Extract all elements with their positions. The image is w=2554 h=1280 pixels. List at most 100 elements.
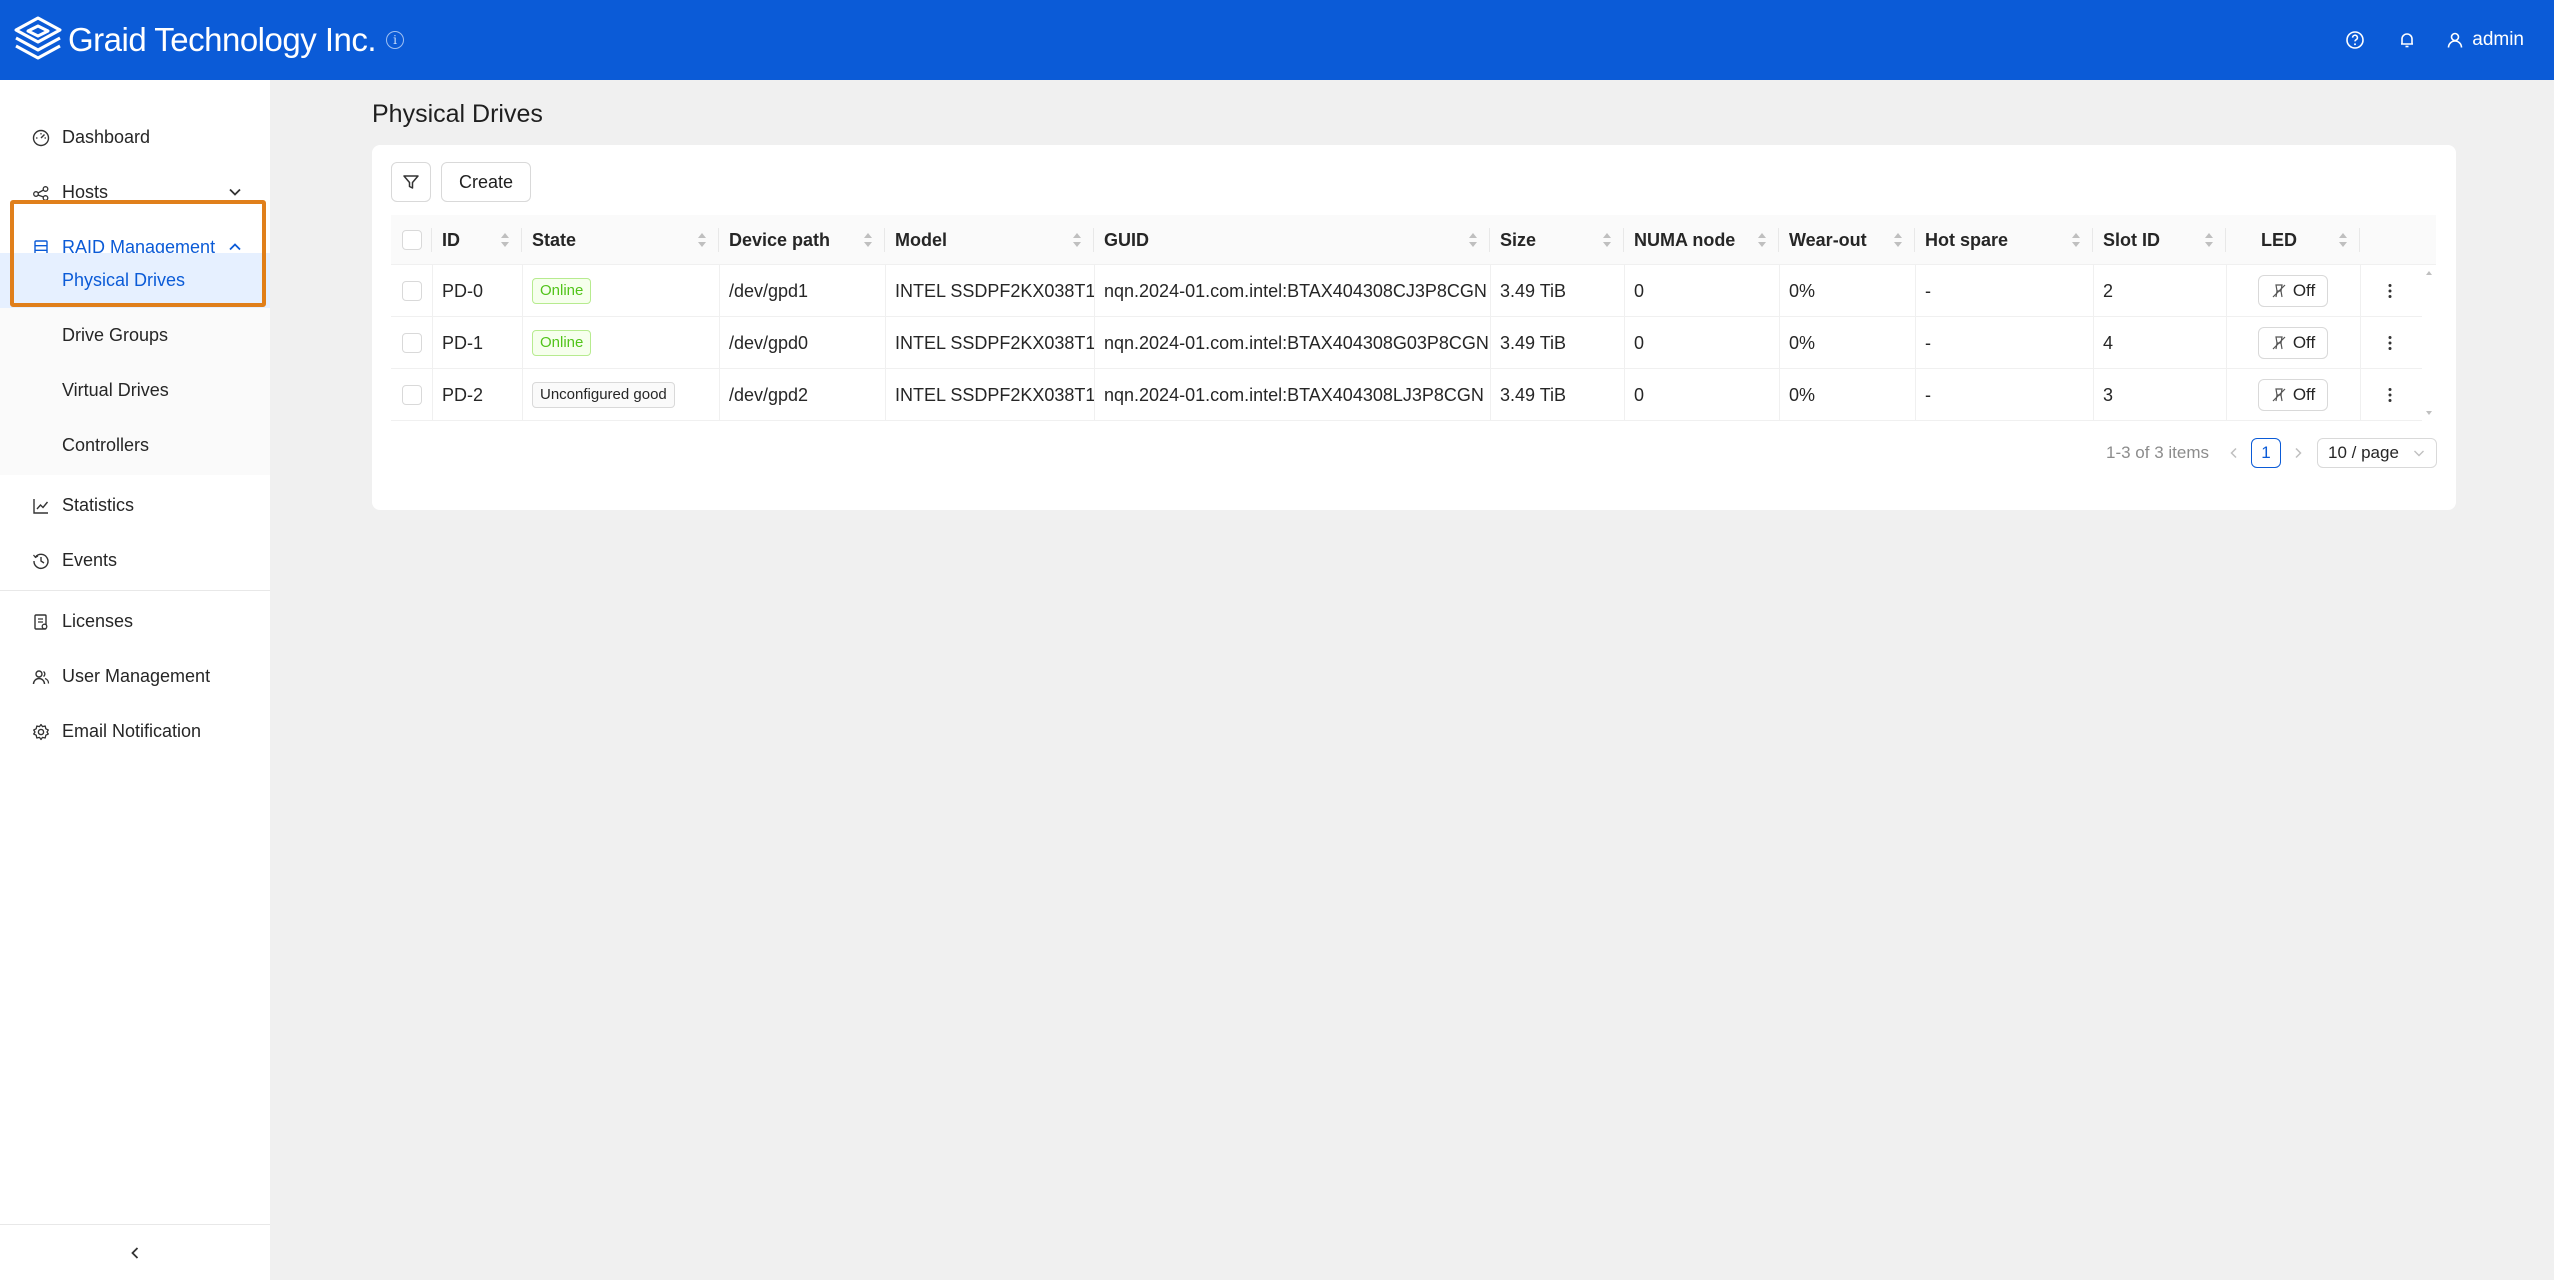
table-row[interactable]: PD-2 Unconfigured good /dev/gpd2 INTEL S… [391, 369, 2436, 421]
cell-id: PD-0 [442, 280, 484, 301]
scroll-up-icon [2426, 271, 2432, 275]
led-off-icon [2272, 388, 2286, 402]
cell-numa-node: 0 [1634, 280, 1645, 301]
sidebar-item-user-management[interactable]: User Management [0, 649, 270, 704]
table-scrollbar[interactable] [2422, 265, 2436, 421]
cell-model: INTEL SSDPF2KX038T1 [895, 280, 1096, 301]
led-off-icon [2272, 284, 2286, 298]
table-row[interactable]: PD-1 Online /dev/gpd0 INTEL SSDPF2KX038T… [391, 317, 2436, 369]
cell-slot-id: 3 [2103, 384, 2114, 405]
cell-hot-spare: - [1925, 384, 1931, 405]
cell-hot-spare: - [1925, 332, 1931, 353]
column-header-slot-id[interactable]: Slot ID [2093, 215, 2226, 265]
cell-slot-id: 4 [2103, 332, 2114, 353]
cell-id: PD-2 [442, 384, 484, 405]
gear-icon [30, 721, 52, 743]
sort-icon [698, 233, 706, 247]
cell-model: INTEL SSDPF2KX038T1 [895, 384, 1096, 405]
next-page-icon[interactable] [2291, 446, 2305, 460]
cell-guid: nqn.2024-01.com.intel:BTAX404308CJ3P8CGN [1104, 280, 1487, 301]
row-checkbox[interactable] [402, 385, 422, 405]
prev-page-icon[interactable] [2227, 446, 2241, 460]
more-actions-button[interactable] [2360, 265, 2420, 317]
license-icon [30, 611, 52, 633]
sidebar-item-drive-groups[interactable]: Drive Groups [0, 308, 270, 363]
create-button[interactable]: Create [441, 162, 531, 202]
column-header-led[interactable]: LED [2226, 215, 2360, 265]
sidebar-item-dashboard[interactable]: Dashboard [0, 110, 270, 165]
column-header-wear-out[interactable]: Wear-out [1779, 215, 1915, 265]
sort-icon [1073, 233, 1081, 247]
history-icon [30, 550, 52, 572]
cell-device-path: /dev/gpd0 [729, 332, 809, 353]
users-icon [30, 666, 52, 688]
bell-icon[interactable] [2394, 27, 2420, 53]
led-toggle-button[interactable]: Off [2258, 327, 2328, 359]
more-actions-button[interactable] [2360, 317, 2420, 369]
column-header-state[interactable]: State [522, 215, 719, 265]
sidebar-item-email-notification[interactable]: Email Notification [0, 704, 270, 759]
row-checkbox[interactable] [402, 333, 422, 353]
sidebar-item-label: Licenses [62, 611, 134, 631]
user-menu[interactable]: admin [2446, 29, 2524, 51]
sidebar-divider [0, 590, 270, 591]
logo[interactable]: Graid Technology Inc. i [10, 12, 405, 68]
column-header-guid[interactable]: GUID [1094, 215, 1490, 265]
cell-size: 3.49 TiB [1500, 280, 1567, 301]
drives-card: Create ID State Device path Model GUID S… [372, 145, 2456, 510]
page-title: Physical Drives [372, 100, 543, 128]
sidebar-collapse-button[interactable] [0, 1224, 270, 1280]
sort-icon [501, 233, 509, 247]
sort-icon [1469, 233, 1477, 247]
sidebar: Dashboard Hosts RAID Management Physical… [0, 80, 270, 1280]
sidebar-item-events[interactable]: Events [0, 533, 270, 588]
cell-device-path: /dev/gpd1 [729, 280, 809, 301]
select-all-cell [391, 215, 432, 265]
page-size-select[interactable]: 10 / page [2317, 438, 2437, 468]
cell-wear-out: 0% [1789, 280, 1816, 301]
status-badge: Unconfigured good [532, 382, 675, 408]
row-checkbox[interactable] [402, 281, 422, 301]
sidebar-item-licenses[interactable]: Licenses [0, 594, 270, 649]
led-toggle-button[interactable]: Off [2258, 379, 2328, 411]
sort-icon [1894, 233, 1902, 247]
column-header-size[interactable]: Size [1490, 215, 1624, 265]
sort-icon [1758, 233, 1766, 247]
dashboard-icon [30, 127, 52, 149]
cell-size: 3.49 TiB [1500, 332, 1567, 353]
column-header-id[interactable]: ID [432, 215, 522, 265]
sidebar-item-controllers[interactable]: Controllers [0, 418, 270, 473]
sidebar-item-label: Events [62, 550, 118, 570]
column-header-device-path[interactable]: Device path [719, 215, 885, 265]
more-actions-button[interactable] [2360, 369, 2420, 421]
column-header-hot-spare[interactable]: Hot spare [1915, 215, 2093, 265]
led-toggle-button[interactable]: Off [2258, 275, 2328, 307]
more-vertical-icon [2388, 388, 2392, 402]
status-badge: Online [532, 278, 592, 304]
pagination: 1-3 of 3 items 1 10 / page [2106, 437, 2437, 469]
page-number-button[interactable]: 1 [2251, 438, 2281, 468]
sidebar-item-label: Dashboard [62, 127, 151, 147]
username: admin [2472, 29, 2524, 50]
led-off-icon [2272, 336, 2286, 350]
sidebar-item-label: Statistics [62, 495, 135, 515]
filter-button[interactable] [391, 162, 431, 202]
sidebar-item-label: Virtual Drives [62, 380, 169, 400]
column-header-numa-node[interactable]: NUMA node [1624, 215, 1779, 265]
select-all-checkbox[interactable] [402, 230, 422, 250]
user-icon [2447, 32, 2463, 48]
top-bar: Graid Technology Inc. i admin [0, 0, 2554, 80]
help-icon[interactable] [2342, 27, 2368, 53]
cell-numa-node: 0 [1634, 332, 1645, 353]
table-row[interactable]: PD-0 Online /dev/gpd1 INTEL SSDPF2KX038T… [391, 265, 2436, 317]
cell-numa-node: 0 [1634, 384, 1645, 405]
column-header-model[interactable]: Model [885, 215, 1094, 265]
sidebar-item-label: Email Notification [62, 721, 202, 741]
cell-guid: nqn.2024-01.com.intel:BTAX404308LJ3P8CGN [1104, 384, 1484, 405]
sidebar-item-virtual-drives[interactable]: Virtual Drives [0, 363, 270, 418]
sort-icon [1603, 233, 1611, 247]
info-icon[interactable]: i [386, 31, 405, 49]
graid-logo-icon [14, 16, 62, 60]
more-vertical-icon [2388, 284, 2392, 298]
sidebar-item-statistics[interactable]: Statistics [0, 478, 270, 533]
